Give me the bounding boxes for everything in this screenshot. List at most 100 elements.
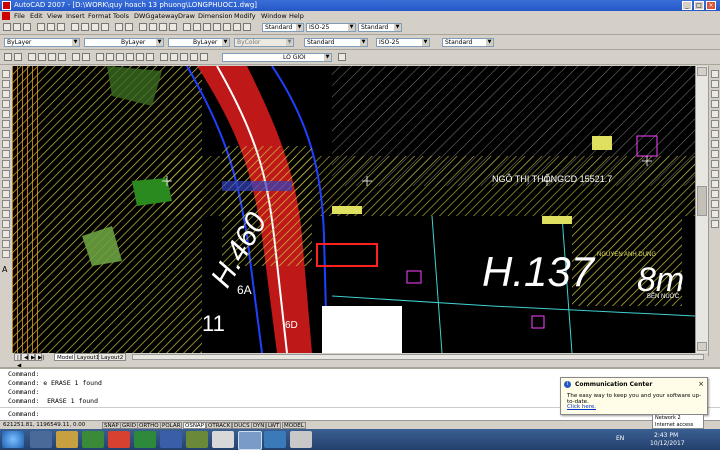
dimstyle-combo[interactable]: ISO-25 ▼	[376, 38, 430, 47]
language-indicator[interactable]: EN	[616, 435, 624, 442]
gradient-icon[interactable]	[2, 220, 10, 228]
app-icon-3[interactable]	[290, 431, 312, 448]
horizontal-scrollbar[interactable]	[132, 354, 704, 360]
word-icon[interactable]	[160, 431, 182, 448]
arc-icon[interactable]	[58, 53, 66, 61]
layer-color-icon[interactable]	[126, 53, 134, 61]
tab-first-icon[interactable]: |◀	[14, 353, 21, 369]
paste-icon[interactable]	[91, 23, 99, 31]
layer-state-icon[interactable]	[14, 53, 22, 61]
make-current-icon[interactable]	[136, 53, 144, 61]
lineweight-dropdown[interactable]: ByLayer ▼	[168, 38, 230, 47]
ie-icon[interactable]	[30, 431, 52, 448]
dim-style-dropdown[interactable]: ISO-25 ▼	[306, 23, 356, 32]
gear-icon[interactable]	[180, 53, 188, 61]
circle-tool-icon[interactable]	[2, 130, 10, 138]
explorer-icon[interactable]	[56, 431, 78, 448]
minimize-button[interactable]: _	[682, 1, 692, 10]
menu-draw[interactable]: Draw	[178, 12, 195, 20]
move-icon[interactable]	[711, 120, 719, 128]
text-a-icon[interactable]: A	[2, 266, 10, 274]
menu-modify[interactable]: Modify	[234, 12, 256, 20]
autocad-taskbar-icon[interactable]	[238, 431, 262, 450]
clock-time[interactable]: 2:43 PM	[654, 432, 678, 439]
revcloud-icon[interactable]	[2, 140, 10, 148]
copy-icon[interactable]	[81, 23, 89, 31]
coordinates-readout[interactable]: 621251.81, 1196549.11, 0.00	[3, 422, 85, 428]
autocad-app-icon[interactable]	[2, 1, 11, 10]
close-button[interactable]: ×	[706, 1, 716, 10]
osnap-toggle[interactable]: OSNAP	[183, 422, 207, 429]
menu-view[interactable]: View	[47, 12, 62, 20]
quickcalc-icon[interactable]	[233, 23, 241, 31]
redo-icon[interactable]	[125, 23, 133, 31]
text-style-combo[interactable]: Standard ▼	[304, 38, 368, 47]
clock-date[interactable]: 10/12/2017	[650, 440, 685, 447]
preview-icon[interactable]	[47, 23, 55, 31]
zoom-realtime-icon[interactable]	[149, 23, 157, 31]
sheet-set-icon[interactable]	[213, 23, 221, 31]
mirror-icon[interactable]	[711, 90, 719, 98]
array-icon[interactable]	[711, 110, 719, 118]
app-icon-2[interactable]	[212, 431, 234, 448]
popup-close-icon[interactable]: ×	[698, 380, 704, 388]
zalo-icon[interactable]	[264, 431, 286, 448]
sun-icon[interactable]	[170, 53, 178, 61]
freeze-icon[interactable]	[106, 53, 114, 61]
standard-combo[interactable]: Standard ▼	[442, 38, 494, 47]
mtext-icon[interactable]	[2, 250, 10, 258]
vertical-scrollbar[interactable]	[695, 66, 709, 353]
join-icon[interactable]	[711, 190, 719, 198]
menu-dwggateway[interactable]: DWGgateway	[134, 12, 178, 20]
hatch-icon[interactable]	[82, 53, 90, 61]
app-icon-1[interactable]	[186, 431, 208, 448]
trim-icon[interactable]	[711, 160, 719, 168]
scroll-up-icon[interactable]	[697, 67, 707, 76]
zoom-previous-icon[interactable]	[169, 23, 177, 31]
copy-tool-icon[interactable]	[711, 80, 719, 88]
zoom-window-icon[interactable]	[159, 23, 167, 31]
menu-edit[interactable]: Edit	[30, 12, 43, 20]
region-icon[interactable]	[2, 230, 10, 238]
layer-filter-icon[interactable]	[160, 53, 168, 61]
fillet-icon[interactable]	[711, 210, 719, 218]
drawing-area[interactable]: H.137 8m NGÔ THỊ THỐNGCD 15521.7 H.460 6…	[12, 66, 695, 353]
explode-icon[interactable]	[711, 220, 719, 228]
command-prompt[interactable]: Command:	[8, 410, 39, 418]
spline-icon[interactable]	[2, 150, 10, 158]
ellipse-icon[interactable]	[2, 160, 10, 168]
snap-toggle[interactable]: SNAP	[102, 422, 121, 429]
tab-next-icon[interactable]: ▶	[28, 353, 35, 361]
point-icon[interactable]	[2, 200, 10, 208]
dyn-toggle[interactable]: DYN	[251, 422, 267, 429]
insert-block-icon[interactable]	[2, 180, 10, 188]
scroll-thumb[interactable]	[697, 186, 707, 216]
drawing-canvas[interactable]: H.137 8m NGÔ THỊ THỐNGCD 15521.7 H.460 6…	[12, 66, 695, 353]
table-style-dropdown[interactable]: Standard ▼	[358, 23, 402, 32]
line-icon[interactable]	[28, 53, 36, 61]
publish-icon[interactable]	[57, 23, 65, 31]
tab-last-icon[interactable]: ▶|	[35, 353, 44, 361]
menu-window[interactable]: Window	[261, 12, 287, 20]
text-style-dropdown[interactable]: Standard ▼	[262, 23, 304, 32]
match-properties-icon[interactable]	[101, 23, 109, 31]
stretch-icon[interactable]	[711, 150, 719, 158]
grid-toggle[interactable]: GRID	[120, 422, 138, 429]
document-icon[interactable]	[2, 12, 10, 20]
chrome-icon[interactable]	[108, 431, 130, 448]
line-tool-icon[interactable]	[2, 70, 10, 78]
polyline-tool-icon[interactable]	[2, 90, 10, 98]
media-icon[interactable]	[82, 431, 104, 448]
construction-line-icon[interactable]	[2, 80, 10, 88]
layer-on-icon[interactable]	[96, 53, 104, 61]
extend-icon[interactable]	[711, 170, 719, 178]
maximize-button[interactable]: □	[694, 1, 704, 10]
design-center-icon[interactable]	[193, 23, 201, 31]
plotstyle-dropdown[interactable]: ByColor ▼	[234, 38, 294, 47]
markup-icon[interactable]	[223, 23, 231, 31]
color-swatch-icon[interactable]	[200, 53, 208, 61]
lock-icon[interactable]	[116, 53, 124, 61]
tab-layout2[interactable]: Layout2	[98, 353, 127, 361]
scale-icon[interactable]	[711, 140, 719, 148]
make-block-icon[interactable]	[2, 190, 10, 198]
